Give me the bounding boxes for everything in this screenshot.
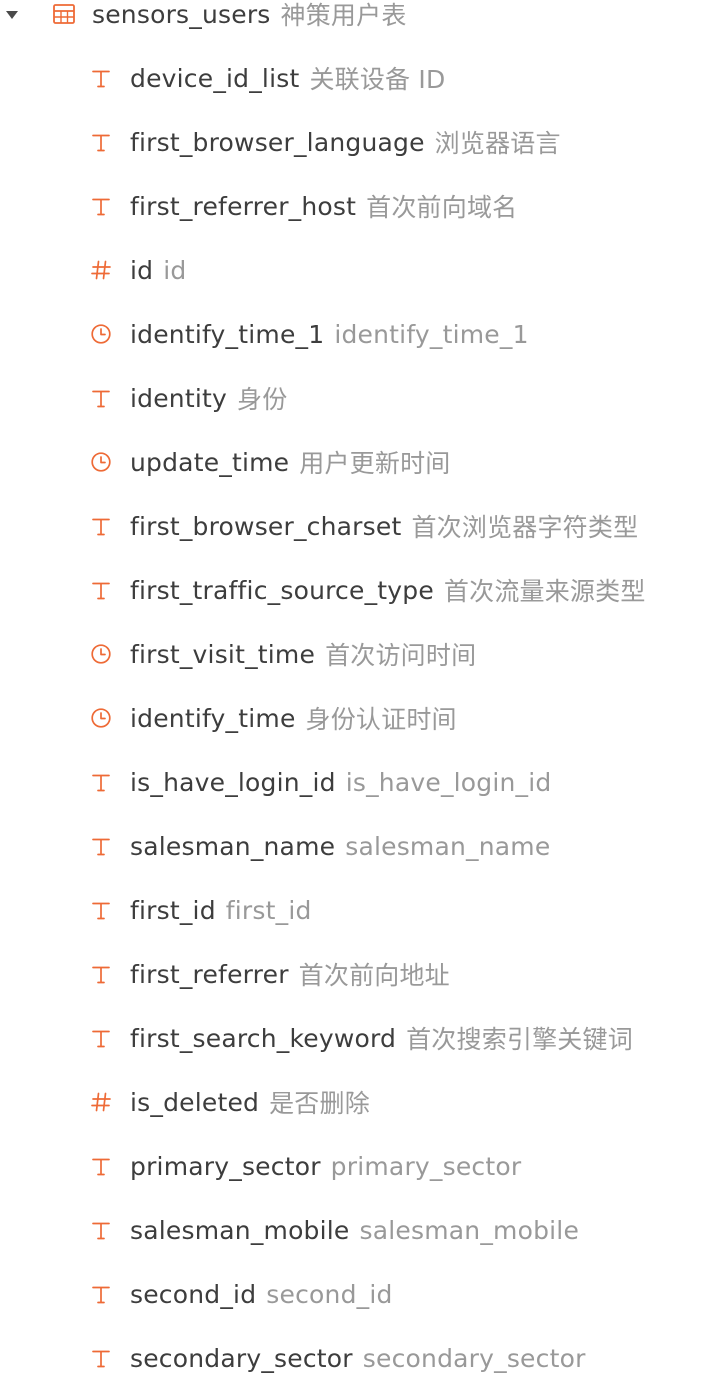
column-comment: 首次前向域名 (366, 193, 518, 222)
caret-down-icon[interactable] (6, 11, 18, 19)
table-name: sensors_users (92, 0, 271, 29)
column-item[interactable]: salesman_name salesman_name (0, 814, 718, 878)
column-name: second_id (130, 1279, 257, 1309)
column-comment: secondary_sector (362, 1343, 586, 1373)
column-name: identity (130, 383, 227, 413)
text-type-icon (88, 129, 114, 155)
table-comment: 神策用户表 (280, 1, 407, 30)
column-item[interactable]: identify_time_1 identify_time_1 (0, 302, 718, 366)
column-name: identify_time (130, 703, 296, 733)
table-icon (52, 2, 76, 26)
text-type-icon (88, 1281, 114, 1307)
column-comment: 首次流量来源类型 (443, 577, 646, 606)
column-name: secondary_sector (130, 1343, 353, 1373)
column-name: first_id (130, 895, 216, 925)
column-name: id (130, 255, 154, 285)
column-comment: salesman_mobile (359, 1215, 580, 1245)
clock-icon (88, 641, 114, 667)
column-name: first_referrer (130, 959, 289, 989)
column-comment: 用户更新时间 (299, 449, 451, 478)
column-name: primary_sector (130, 1151, 321, 1181)
column-comment: 是否删除 (269, 1089, 370, 1118)
column-item[interactable]: salesman_mobile salesman_mobile (0, 1198, 718, 1262)
column-item[interactable]: identity 身份 (0, 366, 718, 430)
column-item[interactable]: secondary_sector secondary_sector (0, 1326, 718, 1390)
column-comment: 首次访问时间 (325, 641, 477, 670)
column-item[interactable]: first_search_keyword 首次搜索引擎关键词 (0, 1006, 718, 1070)
column-item[interactable]: first_traffic_source_type 首次流量来源类型 (0, 558, 718, 622)
column-comment: identify_time_1 (334, 319, 529, 349)
column-item[interactable]: device_id_list 关联设备 ID (0, 46, 718, 110)
clock-icon (88, 705, 114, 731)
column-item[interactable]: first_referrer_host 首次前向域名 (0, 174, 718, 238)
text-type-icon (88, 1345, 114, 1371)
clock-icon (88, 449, 114, 475)
text-type-icon (88, 897, 114, 923)
text-type-icon (88, 1153, 114, 1179)
column-comment: first_id (225, 895, 312, 925)
text-type-icon (88, 833, 114, 859)
column-name: device_id_list (130, 63, 300, 93)
column-item[interactable]: first_referrer 首次前向地址 (0, 942, 718, 1006)
column-comment: salesman_name (345, 831, 551, 861)
column-item[interactable]: is_deleted 是否删除 (0, 1070, 718, 1134)
column-item[interactable]: identify_time 身份认证时间 (0, 686, 718, 750)
column-name: first_browser_charset (130, 511, 402, 541)
text-type-icon (88, 193, 114, 219)
text-type-icon (88, 961, 114, 987)
column-comment: 首次搜索引擎关键词 (406, 1025, 633, 1054)
clock-icon (88, 321, 114, 347)
column-name: is_have_login_id (130, 767, 336, 797)
column-list: device_id_list 关联设备 ID first_browser_langu… (0, 46, 718, 1390)
column-item[interactable]: is_have_login_id is_have_login_id (0, 750, 718, 814)
column-item[interactable]: first_browser_language 浏览器语言 (0, 110, 718, 174)
column-name: salesman_mobile (130, 1215, 350, 1245)
column-comment: 身份认证时间 (305, 705, 457, 734)
text-type-icon (88, 65, 114, 91)
column-name: update_time (130, 447, 290, 477)
column-comment: 首次前向地址 (298, 961, 450, 990)
column-name: is_deleted (130, 1087, 260, 1117)
text-type-icon (88, 577, 114, 603)
column-comment: is_have_login_id (345, 767, 552, 797)
text-type-icon (88, 513, 114, 539)
table-node-sensors-users[interactable]: sensors_users 神策用户表 (0, 0, 718, 46)
column-comment: primary_sector (330, 1151, 522, 1181)
column-item[interactable]: update_time 用户更新时间 (0, 430, 718, 494)
number-type-icon (88, 1089, 114, 1115)
text-type-icon (88, 1217, 114, 1243)
column-comment: id (163, 255, 187, 285)
column-name: first_visit_time (130, 639, 316, 669)
column-name: salesman_name (130, 831, 336, 861)
column-item[interactable]: primary_sector primary_sector (0, 1134, 718, 1198)
column-comment: 关联设备 ID (309, 65, 446, 94)
column-item[interactable]: first_id first_id (0, 878, 718, 942)
column-name: first_referrer_host (130, 191, 357, 221)
column-item[interactable]: id id (0, 238, 718, 302)
column-name: identify_time_1 (130, 319, 325, 349)
column-comment: second_id (266, 1279, 393, 1309)
column-comment: 浏览器语言 (434, 129, 561, 158)
column-comment: 身份 (237, 385, 288, 414)
text-type-icon (88, 769, 114, 795)
column-item[interactable]: second_id second_id (0, 1262, 718, 1326)
text-type-icon (88, 1025, 114, 1051)
number-type-icon (88, 257, 114, 283)
column-comment: 首次浏览器字符类型 (411, 513, 639, 542)
column-name: first_traffic_source_type (130, 575, 434, 605)
column-name: first_browser_language (130, 127, 425, 157)
column-item[interactable]: first_browser_charset 首次浏览器字符类型 (0, 494, 718, 558)
column-item[interactable]: first_visit_time 首次访问时间 (0, 622, 718, 686)
text-type-icon (88, 385, 114, 411)
column-name: first_search_keyword (130, 1023, 397, 1053)
schema-tree: sensors_users 神策用户表 device_id_list 关联设备 I… (0, 0, 718, 1390)
